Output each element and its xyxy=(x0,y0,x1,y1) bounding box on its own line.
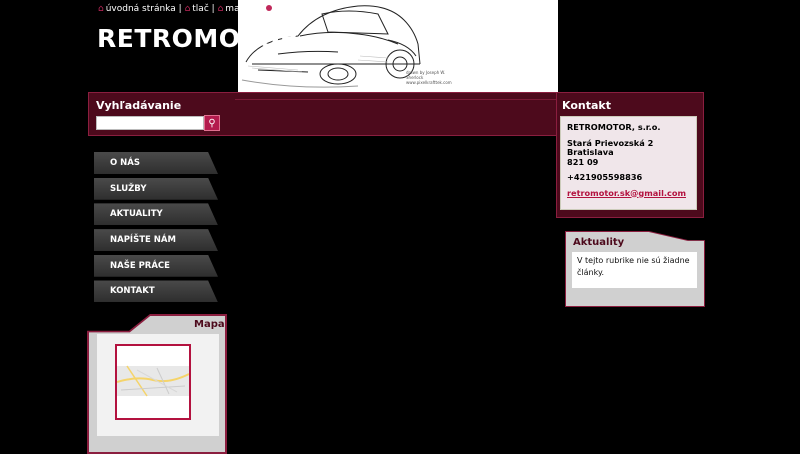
email-link[interactable]: retromotor.sk@gmail.com xyxy=(567,188,686,198)
menu-item-kontakt[interactable]: KONTAKT xyxy=(94,280,218,303)
news-title: Aktuality xyxy=(573,237,625,248)
home-icon: ⌂ xyxy=(98,4,104,14)
menu-item-o-nas[interactable]: O NÁS xyxy=(94,152,218,174)
zip: 821 09 xyxy=(567,156,599,167)
city: Bratislava xyxy=(567,147,614,157)
search-icon: ⚲ xyxy=(208,117,216,129)
artist-credit: drawn by Joseph W. Sherlock www.pixelkra… xyxy=(406,70,452,85)
decor-mark xyxy=(266,5,272,11)
print-icon: ⌂ xyxy=(184,4,191,14)
menu-item-napiste-nam[interactable]: NAPÍŠTE NÁM xyxy=(94,229,218,252)
menu-item-sluzby[interactable]: SLUŽBY xyxy=(94,177,218,200)
menu-item-aktuality[interactable]: AKTUALITY xyxy=(94,203,218,226)
separator: | xyxy=(178,4,182,14)
site-title[interactable]: RETROMOTOR xyxy=(97,24,300,53)
search-button[interactable]: ⚲ xyxy=(204,115,220,131)
contact-box: RETROMOTOR, s.r.o. Stará Prievozská 2 Br… xyxy=(560,116,697,210)
phone: +421905598836 xyxy=(567,172,643,182)
news-text: V tejto rubrike nie sú žiadne články. xyxy=(572,252,697,288)
contact-title: Kontakt xyxy=(562,99,611,112)
company-name: RETROMOTOR, s.r.o. xyxy=(567,122,661,132)
map-title: Mapa xyxy=(194,319,225,330)
search-input[interactable] xyxy=(96,116,204,130)
search-title: Vyhľadávanie xyxy=(96,99,182,112)
separator: | xyxy=(211,4,215,14)
sitemap-icon: ⌂ xyxy=(217,4,224,14)
map-thumbnail[interactable] xyxy=(115,344,191,420)
street: Stará Prievozská 2 xyxy=(567,137,654,148)
menu-item-nase-prace[interactable]: NAŠE PRÁCE xyxy=(94,254,218,277)
main-menu: O NÁS SLUŽBY AKTUALITY NAPÍŠTE NÁM NAŠE … xyxy=(94,152,218,306)
print-link[interactable]: tlač xyxy=(192,4,209,14)
home-link[interactable]: úvodná stránka xyxy=(106,4,176,14)
